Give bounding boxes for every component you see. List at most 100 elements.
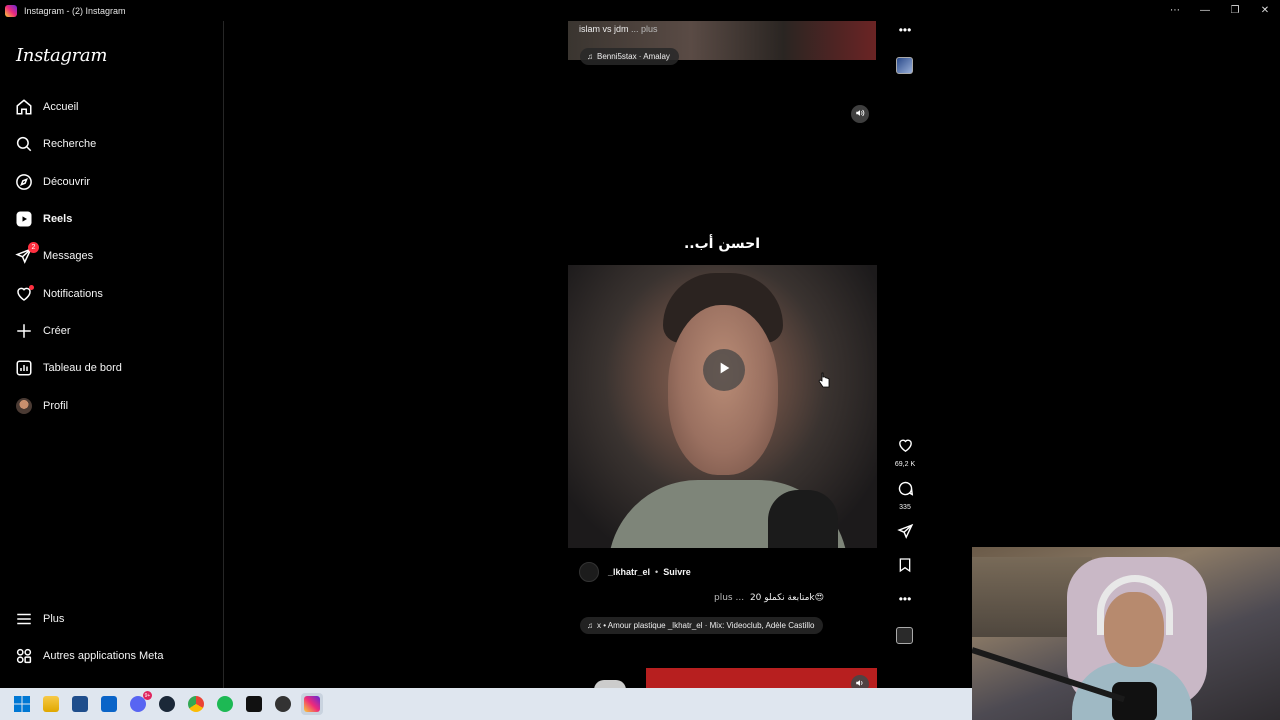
- instagram-logo[interactable]: Instagram: [16, 45, 107, 66]
- comment-icon: [897, 480, 914, 502]
- compass-icon: [14, 172, 34, 192]
- sidebar-item-meta-apps[interactable]: Autres applications Meta: [14, 641, 163, 671]
- music-note-icon: ♫: [587, 621, 593, 630]
- speaker-icon: [855, 105, 865, 123]
- follow-button[interactable]: Suivre: [663, 567, 691, 577]
- sidebar-item-label: Créer: [43, 325, 71, 337]
- file-explorer-icon[interactable]: [40, 693, 62, 715]
- sidebar-item-label: Messages: [43, 250, 94, 262]
- author-username[interactable]: _lkhatr_el: [608, 567, 650, 577]
- sidebar-item-label: Profil: [43, 400, 69, 412]
- previous-reel-more-button[interactable]: •••: [892, 23, 918, 37]
- sidebar-item-label: Notifications: [43, 288, 103, 300]
- like-count: 69,2 K: [894, 461, 916, 468]
- home-icon: [14, 97, 34, 117]
- app-icon[interactable]: [272, 693, 294, 715]
- sidebar-item-accueil[interactable]: Accueil: [14, 92, 78, 122]
- reel-caption[interactable]: plus ... متابعة نكملو 20k😍: [579, 593, 824, 603]
- sidebar-item-plus[interactable]: Plus: [14, 604, 64, 634]
- sidebar-item-label: Découvrir: [43, 176, 91, 188]
- sidebar-item-recherche[interactable]: Recherche: [14, 129, 96, 159]
- sidebar-item-label: Accueil: [43, 101, 79, 113]
- dashboard-icon: [14, 358, 34, 378]
- steam-icon[interactable]: [156, 693, 178, 715]
- window-title: Instagram - (2) Instagram: [24, 5, 126, 16]
- sidebar-item-profil[interactable]: Profil: [14, 391, 68, 421]
- spotify-icon[interactable]: [214, 693, 236, 715]
- sidebar-item-notifications[interactable]: Notifications: [14, 279, 103, 309]
- sidebar-item-decouvrir[interactable]: Découvrir: [14, 167, 90, 197]
- reel-music[interactable]: ♫ x • Amour plastique _lkhatr_el · Mix: …: [580, 617, 824, 634]
- sidebar-item-label: Recherche: [43, 138, 97, 150]
- messages-badge: 2: [28, 242, 39, 253]
- instagram-app-icon: [5, 4, 17, 17]
- heart-icon: [14, 284, 34, 304]
- close-icon[interactable]: ✕: [1250, 0, 1280, 21]
- comment-count: 335: [899, 504, 911, 511]
- avatar: [16, 398, 32, 414]
- menu-icon: [14, 609, 34, 629]
- save-button[interactable]: [892, 557, 918, 578]
- plus-icon: [14, 321, 34, 341]
- sidebar-item-tableau-de-bord[interactable]: Tableau de bord: [14, 353, 122, 383]
- store-icon[interactable]: [69, 693, 91, 715]
- sidebar-item-messages[interactable]: 2 Messages: [14, 241, 93, 271]
- sidebar-item-label: Tableau de bord: [43, 362, 122, 374]
- sidebar: Instagram Accueil Recherche Découvrir Re…: [0, 21, 224, 688]
- caption-text: islam vs jdm: [579, 24, 629, 34]
- restore-icon[interactable]: ❐: [1220, 0, 1250, 21]
- windows-start-icon[interactable]: [11, 693, 33, 715]
- sidebar-item-reels[interactable]: Reels: [14, 204, 72, 234]
- reel-overlay-text: احسن أب..: [683, 236, 761, 252]
- minimize-icon[interactable]: —: [1190, 0, 1220, 21]
- meta-apps-icon: [14, 646, 34, 666]
- music-note-icon: ♫: [587, 52, 593, 61]
- previous-reel-audio-thumbnail[interactable]: [896, 57, 913, 74]
- instagram-icon[interactable]: [301, 693, 323, 715]
- more-icon: •••: [898, 23, 912, 37]
- search-icon: [14, 134, 34, 154]
- caption-more[interactable]: plus ...: [714, 593, 744, 603]
- author-avatar[interactable]: [579, 562, 599, 582]
- notification-dot: [29, 285, 34, 290]
- outlook-icon[interactable]: [98, 693, 120, 715]
- next-reel-video[interactable]: [646, 668, 877, 688]
- play-button[interactable]: [703, 349, 745, 391]
- sidebar-item-label: Autres applications Meta: [43, 650, 164, 662]
- more-icon: •••: [898, 592, 912, 606]
- webcam-overlay: [972, 547, 1280, 720]
- window-titlebar: Instagram - (2) Instagram ⋯ — ❐ ✕: [0, 0, 1280, 21]
- sidebar-item-label: Plus: [43, 613, 65, 625]
- previous-reel-caption[interactable]: islam vs jdm ... plus: [579, 24, 658, 34]
- video-frame-mic: [768, 490, 838, 548]
- caption-more[interactable]: ... plus: [631, 24, 658, 34]
- comment-button[interactable]: 335: [892, 480, 918, 511]
- reel-more-button[interactable]: •••: [892, 592, 918, 606]
- messenger-icon: 2: [14, 242, 39, 266]
- previous-reel-music[interactable]: ♫ Benni5stax · Amalay: [580, 48, 679, 65]
- share-button[interactable]: [892, 523, 918, 545]
- chrome-icon[interactable]: [185, 693, 207, 715]
- reel-author-row: _lkhatr_el • Suivre: [579, 562, 691, 582]
- more-icon[interactable]: ⋯: [1160, 0, 1190, 21]
- share-icon: [896, 523, 914, 545]
- separator-dot: •: [655, 567, 659, 577]
- windows-taskbar: 9+: [0, 688, 972, 720]
- bookmark-icon: [897, 557, 913, 578]
- mute-button[interactable]: [851, 105, 869, 123]
- terminal-icon[interactable]: [243, 693, 265, 715]
- heart-icon: [897, 437, 914, 459]
- discord-badge: 9+: [143, 691, 152, 700]
- music-label: x • Amour plastique _lkhatr_el · Mix: Vi…: [597, 621, 815, 630]
- reels-icon: [14, 209, 34, 229]
- reel-audio-thumbnail[interactable]: [896, 627, 913, 644]
- music-label: Benni5stax · Amalay: [597, 52, 670, 61]
- discord-icon[interactable]: 9+: [127, 691, 152, 715]
- play-icon: [716, 360, 732, 381]
- reel-video[interactable]: [568, 265, 877, 548]
- sidebar-item-creer[interactable]: Créer: [14, 316, 71, 346]
- sidebar-item-label: Reels: [43, 213, 73, 225]
- like-button[interactable]: 69,2 K: [892, 437, 918, 468]
- mouse-cursor-icon: [818, 372, 830, 393]
- caption-text: متابعة نكملو 20k😍: [749, 593, 824, 603]
